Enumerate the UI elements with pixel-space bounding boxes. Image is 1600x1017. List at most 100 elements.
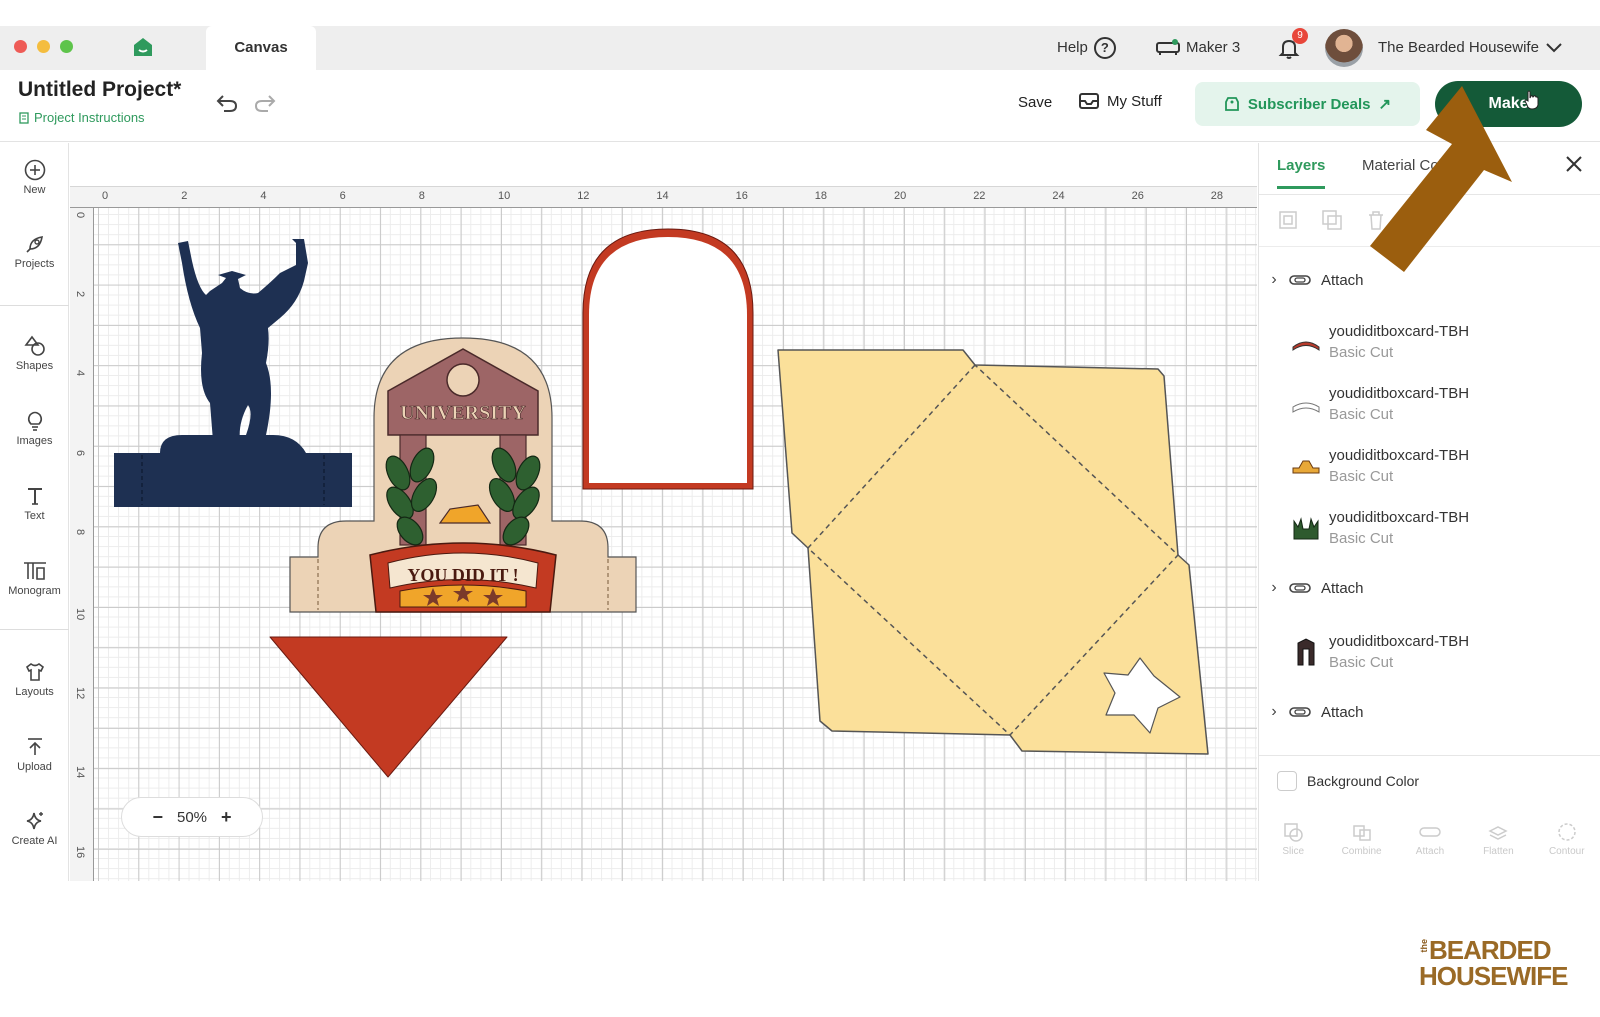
machine-label: Maker 3 — [1186, 39, 1241, 56]
chevron-right-icon[interactable]: › — [1259, 579, 1289, 597]
layer-item[interactable]: youdiditboxcard-TBH Basic Cut — [1259, 385, 1600, 423]
close-panel-button[interactable] — [1564, 153, 1584, 181]
minimize-window-button[interactable] — [37, 40, 50, 53]
redo-button[interactable] — [253, 92, 277, 120]
layer-name: youdiditboxcard-TBH — [1329, 323, 1470, 340]
layer-item[interactable]: youdiditboxcard-TBH Basic Cut — [1259, 633, 1600, 671]
combine-button[interactable]: Combine — [1332, 815, 1392, 881]
tab-canvas[interactable]: Canvas — [206, 26, 316, 70]
flatten-icon — [1488, 826, 1509, 840]
layer-bottom-actions: Slice Combine Attach Flatten Contour — [1259, 815, 1600, 881]
panel-divider — [1259, 755, 1600, 756]
tool-layouts[interactable]: Layouts — [0, 661, 69, 698]
combine-label: Combine — [1341, 846, 1382, 857]
zoom-out-button[interactable]: − — [152, 807, 163, 828]
triangle-shape[interactable] — [269, 636, 508, 778]
zoom-control: − 50% + — [121, 797, 263, 837]
arch-frame-shape[interactable] — [582, 228, 754, 490]
save-button[interactable]: Save — [1018, 94, 1052, 111]
tool-new-label: New — [23, 184, 46, 196]
machine-selector[interactable]: Maker 3 — [1156, 26, 1240, 70]
layer-name: youdiditboxcard-TBH — [1329, 509, 1470, 526]
layer-operation: Basic Cut — [1329, 468, 1394, 485]
flatten-button[interactable]: Flatten — [1468, 815, 1528, 881]
tool-images[interactable]: Images — [0, 410, 69, 447]
tool-shapes[interactable]: Shapes — [0, 335, 69, 372]
undo-button[interactable] — [215, 92, 239, 120]
group-icon[interactable] — [1277, 209, 1299, 231]
hand-cursor-icon — [1524, 90, 1539, 110]
tool-upload-label: Upload — [17, 761, 52, 773]
contour-button[interactable]: Contour — [1537, 815, 1597, 881]
flatten-label: Flatten — [1483, 846, 1514, 857]
background-color-row: Background Color — [1277, 771, 1419, 791]
attach-label: Attach — [1321, 579, 1364, 597]
user-menu[interactable]: The Bearded Housewife — [1378, 26, 1563, 70]
attach-label: Attach — [1321, 271, 1364, 289]
slice-icon — [1284, 823, 1303, 842]
watermark-small-text: the — [1419, 939, 1429, 953]
graduate-silhouette-shape[interactable] — [114, 239, 352, 507]
tab-layers[interactable]: Layers — [1277, 157, 1326, 189]
contour-icon — [1558, 823, 1576, 841]
app-titlebar: Canvas Help ? Maker 3 9 The Bearded Hous… — [0, 26, 1600, 70]
tool-projects[interactable]: Projects — [0, 233, 69, 270]
envelope-shape[interactable] — [777, 349, 1209, 755]
zoom-level: 50% — [176, 808, 208, 826]
tool-create-ai[interactable]: Create AI — [0, 810, 69, 847]
undo-icon — [216, 95, 238, 112]
layer-operation: Basic Cut — [1329, 406, 1394, 423]
avatar[interactable] — [1325, 29, 1363, 67]
home-icon[interactable] — [132, 36, 154, 58]
chevron-right-icon[interactable]: › — [1259, 703, 1289, 721]
tag-icon — [1225, 97, 1239, 111]
watermark-line-2: HOUSEWIFE — [1419, 961, 1568, 991]
layer-operation: Basic Cut — [1329, 654, 1394, 671]
attach-label: Attach — [1321, 703, 1364, 721]
layer-thumbnail — [1292, 341, 1320, 351]
help-label: Help — [1057, 39, 1088, 56]
maximize-window-button[interactable] — [60, 40, 73, 53]
close-window-button[interactable] — [14, 40, 27, 53]
duplicate-icon[interactable] — [1321, 209, 1343, 231]
tool-monogram[interactable]: Monogram — [0, 560, 69, 597]
text-icon — [27, 488, 42, 505]
layer-item[interactable]: youdiditboxcard-TBH Basic Cut — [1259, 323, 1600, 361]
document-icon — [19, 111, 29, 124]
background-color-checkbox[interactable] — [1277, 771, 1297, 791]
tool-shapes-label: Shapes — [15, 360, 54, 372]
project-instructions-link[interactable]: Project Instructions — [18, 110, 145, 125]
layer-thumbnail — [1292, 402, 1320, 413]
toolbar-divider — [0, 629, 69, 630]
slice-button[interactable]: Slice — [1263, 815, 1323, 881]
attach-button[interactable]: Attach — [1400, 815, 1460, 881]
project-instructions-label: Project Instructions — [34, 110, 145, 125]
tool-new[interactable]: New — [0, 159, 69, 196]
tool-images-label: Images — [16, 435, 53, 447]
layer-group-attach[interactable]: › Attach — [1259, 271, 1600, 289]
help-menu[interactable]: Help ? — [1057, 26, 1116, 70]
layer-item[interactable]: youdiditboxcard-TBH Basic Cut — [1259, 509, 1600, 547]
project-title[interactable]: Untitled Project* — [18, 78, 181, 102]
layer-name: youdiditboxcard-TBH — [1329, 447, 1470, 464]
rocket-icon — [25, 236, 43, 253]
shirt-icon — [25, 663, 44, 681]
design-canvas[interactable]: 0 2 4 6 8 10 12 14 16 18 20 22 24 26 28 0 2 4 6 8 10 12 14 16 … — [70, 143, 1257, 881]
brand-watermark: the BEARDED HOUSEWIFE — [1415, 935, 1590, 1005]
pointing-arrow-overlay — [1370, 86, 1512, 272]
chevron-right-icon[interactable]: › — [1259, 271, 1289, 289]
layer-thumbnail — [1292, 460, 1320, 474]
layer-group-attach[interactable]: › Attach — [1259, 579, 1600, 597]
subscriber-deals-label: Subscriber Deals — [1247, 95, 1371, 113]
left-toolbar: New Projects Shapes Images Text Monogram… — [0, 143, 69, 881]
my-stuff-button[interactable]: My Stuff — [1079, 92, 1162, 110]
layer-item[interactable]: youdiditboxcard-TBH Basic Cut — [1259, 447, 1600, 485]
attach-icon — [1289, 275, 1311, 285]
layer-group-attach[interactable]: › Attach — [1259, 703, 1600, 721]
tool-text[interactable]: Text — [0, 485, 69, 522]
redo-icon — [254, 95, 276, 112]
my-stuff-label: My Stuff — [1107, 92, 1162, 110]
zoom-in-button[interactable]: + — [221, 807, 232, 828]
monogram-icon — [23, 562, 46, 580]
tool-upload[interactable]: Upload — [0, 736, 69, 773]
